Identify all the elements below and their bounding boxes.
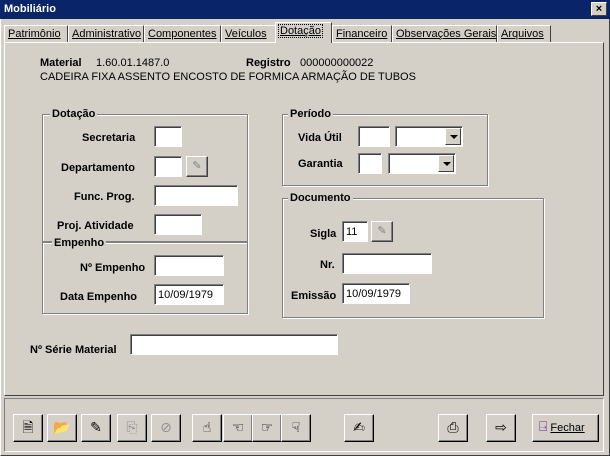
material-value: 1.60.01.1487.0 [96,57,170,69]
first-record-icon: ☝ [202,420,212,436]
previous-record-button[interactable]: ☜ [223,414,253,442]
edit-button[interactable]: ✎ [81,414,111,442]
window-title-bar: Mobiliário [0,0,610,19]
tab-dotacao[interactable]: Dotação [275,22,332,43]
lookup-icon: ✎ [192,160,202,172]
window-title: Mobiliário [4,3,56,15]
registro-label: Registro [246,57,291,69]
sigla-label: Sigla [310,228,337,240]
serie-material-input[interactable] [130,334,338,355]
fechar-button[interactable]: ⍈ Fechar [532,414,599,442]
empenho-group-title: Empenho [52,237,107,249]
window-close-button[interactable]: × [591,2,607,16]
emissao-label: Emissão [291,290,337,302]
lookup-icon: ✎ [377,225,387,237]
new-record-icon: 🗎 [22,420,34,436]
tab-componentes[interactable]: Componentes [144,25,221,43]
last-record-icon: ☟ [291,420,301,436]
documento-group-title: Documento [288,192,353,204]
sigla-input[interactable]: 11 [342,221,368,242]
chevron-down-icon[interactable] [438,155,454,172]
periodo-group [282,114,488,186]
tab-financeiro[interactable]: Financeiro [332,25,392,43]
next-record-button[interactable]: ☞ [252,414,282,442]
nr-input[interactable] [342,253,432,274]
secretaria-label: Secretaria [82,132,136,144]
secretaria-input[interactable] [154,126,182,147]
tab-arquivos[interactable]: Arquivos [497,25,551,43]
data-empenho-input[interactable]: 10/09/1979 [154,284,224,305]
chevron-down-icon[interactable] [445,128,461,145]
tab-dotacao-label: Dotação [278,24,323,38]
serie-material-label: Nº Série Material [30,344,117,356]
garantia-input[interactable] [358,153,382,174]
proj-atividade-input[interactable] [154,214,202,235]
print-button[interactable]: ⎙ [438,414,468,442]
departamento-input[interactable] [154,156,182,177]
export-icon: ⇨ [495,420,507,436]
vida-util-input[interactable] [358,126,390,147]
func-prog-input[interactable] [154,185,238,206]
material-description: CADEIRA FIXA ASSENTO ENCOSTO DE FORMICA … [40,71,416,83]
numero-empenho-label: Nº Empenho [80,262,146,274]
last-record-button[interactable]: ☟ [281,414,311,442]
fechar-label: Fechar [550,422,585,434]
func-prog-label: Func. Prog. [74,191,135,203]
proj-atividade-label: Proj. Atividade [57,220,134,232]
notes-button[interactable]: ✍ [344,414,374,442]
data-empenho-label: Data Empenho [60,291,138,303]
emissao-input[interactable]: 10/09/1979 [342,283,410,304]
dotacao-group-title: Dotação [50,108,98,120]
previous-record-icon: ☜ [231,420,245,436]
material-label: Material [40,57,82,69]
garantia-label: Garantia [298,158,343,170]
tab-administrativo[interactable]: Administrativo [68,25,144,43]
tab-veiculos[interactable]: Veículos [221,25,276,43]
vida-util-unit-select[interactable] [395,126,463,147]
sigla-lookup-button[interactable]: ✎ [371,221,393,242]
new-record-button[interactable]: 🗎 [13,414,43,442]
registro-value: 000000000022 [300,57,374,69]
tab-observacoes-gerais[interactable]: Observações Gerais [392,25,497,43]
garantia-unit-select[interactable] [388,153,456,174]
open-folder-icon: 📂 [53,420,71,436]
first-record-button[interactable]: ☝ [192,414,222,442]
next-record-icon: ☞ [260,420,274,436]
vida-util-label: Vida Útil [298,132,342,144]
departamento-label: Departamento [61,162,135,174]
numero-empenho-input[interactable] [154,255,224,276]
copy-icon: ⎘ [126,420,138,436]
export-button[interactable]: ⇨ [486,414,516,442]
tab-patrimonio[interactable]: Patrimônio [4,25,68,43]
open-button[interactable]: 📂 [47,414,77,442]
departamento-lookup-button[interactable]: ✎ [186,156,208,177]
copy-button[interactable]: ⎘ [117,414,147,442]
notes-icon: ✍ [353,420,365,436]
nr-label: Nr. [320,259,335,271]
delete-button[interactable]: ⊘ [151,414,181,442]
delete-icon: ⊘ [160,420,172,436]
print-icon: ⎙ [447,420,459,436]
edit-icon: ✎ [90,420,102,436]
exit-door-icon: ⍈ [539,419,548,435]
periodo-group-title: Período [288,108,333,120]
